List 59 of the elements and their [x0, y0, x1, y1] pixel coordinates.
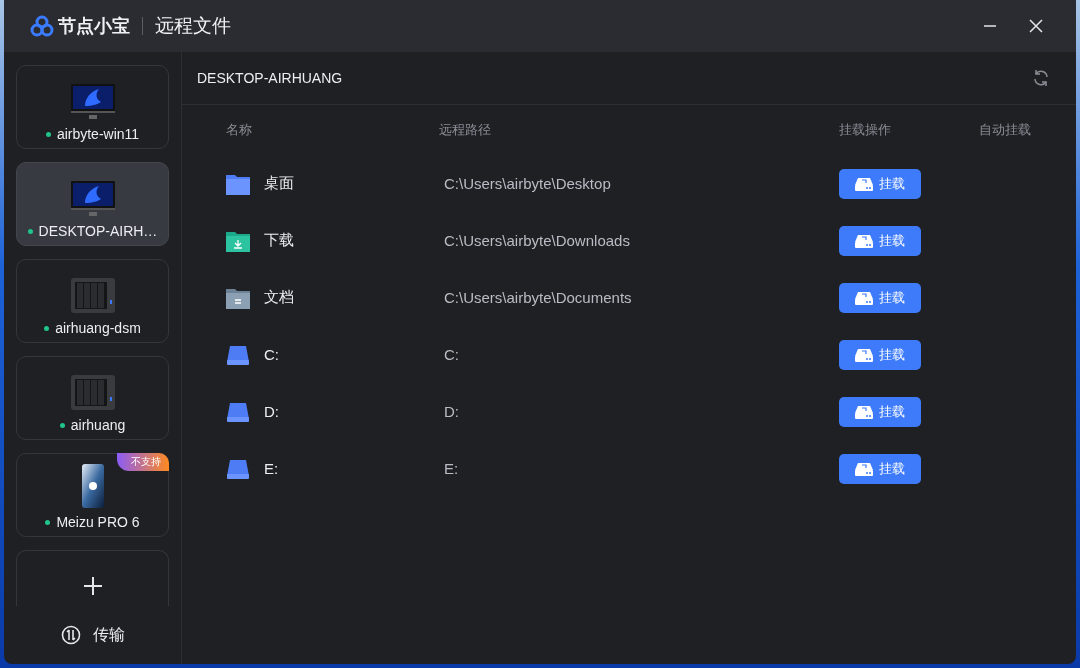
file-name: D: — [264, 403, 279, 420]
file-name: C: — [264, 346, 279, 363]
transfer-button[interactable]: 传输 — [16, 606, 169, 664]
file-name: 文档 — [264, 288, 294, 307]
device-title: DESKTOP-AIRHUANG — [197, 70, 343, 86]
remote-path: E: — [443, 460, 460, 477]
transfer-icon — [60, 625, 81, 645]
mount-button[interactable]: 挂载 — [839, 168, 921, 199]
drive-icon — [855, 176, 873, 191]
device-name: airhuang — [59, 417, 126, 433]
download-folder-icon — [226, 229, 250, 252]
device-name: airbyte-win11 — [45, 126, 140, 142]
column-header: 远程路径 — [439, 121, 492, 139]
drive-icon — [855, 290, 873, 305]
drive-icon — [855, 461, 873, 476]
drive-icon — [855, 233, 873, 248]
device-card[interactable]: airhuang-dsm — [16, 259, 169, 343]
close-icon — [1029, 19, 1043, 33]
device-card[interactable]: DESKTOP-AIRH… — [16, 162, 169, 246]
drive-icon — [226, 343, 250, 366]
device-card[interactable]: airhuang — [16, 356, 169, 440]
mount-button[interactable]: 挂载 — [839, 225, 921, 256]
file-name: 下载 — [264, 231, 294, 250]
device-name: Meizu PRO 6 — [45, 514, 140, 530]
document-folder-icon — [226, 286, 250, 309]
monitor-icon — [70, 181, 115, 217]
window-title: 远程文件 — [155, 14, 231, 38]
device-name: DESKTOP-AIRH… — [27, 223, 158, 239]
mount-button[interactable]: 挂载 — [839, 396, 921, 427]
device-card[interactable]: 不支持 Meizu PRO 6 — [16, 453, 169, 537]
remote-path: C:\Users\airbyte\Desktop — [443, 175, 612, 192]
device-name: airhuang-dsm — [44, 320, 141, 336]
mount-button[interactable]: 挂载 — [839, 282, 921, 313]
column-header: 名称 — [226, 121, 253, 139]
app-name: 节点小宝 — [58, 15, 130, 38]
remote-path: C:\Users\airbyte\Downloads — [443, 232, 631, 249]
file-name: 桌面 — [264, 174, 294, 193]
drive-icon — [226, 400, 250, 423]
nas-icon — [70, 375, 115, 411]
monitor-icon — [70, 84, 115, 120]
logo-icon — [30, 14, 54, 38]
remote-path: D: — [443, 403, 460, 420]
refresh-icon[interactable] — [1032, 69, 1050, 87]
nas-icon — [70, 278, 115, 314]
folder-icon — [226, 172, 250, 195]
mount-button[interactable]: 挂载 — [839, 339, 921, 370]
drive-icon — [855, 347, 873, 362]
drive-icon — [855, 404, 873, 419]
column-header: 自动挂载 — [979, 121, 1032, 139]
unsupported-badge: 不支持 — [117, 453, 169, 471]
remote-path: C:\Users\airbyte\Documents — [443, 289, 633, 306]
plus-icon — [82, 575, 103, 596]
remote-path: C: — [443, 346, 460, 363]
drive-icon — [226, 457, 250, 480]
device-card[interactable]: airbyte-win11 — [16, 65, 169, 149]
phone-icon — [81, 464, 104, 508]
column-header: 挂载操作 — [839, 121, 892, 139]
mount-button[interactable]: 挂载 — [839, 453, 921, 484]
file-name: E: — [264, 460, 279, 477]
